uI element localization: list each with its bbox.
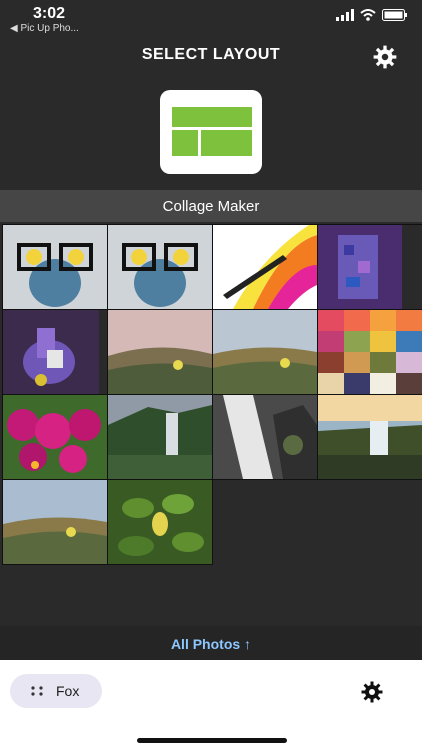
battery-icon [382, 9, 407, 21]
all-photos-bar[interactable]: All Photos ↑ [0, 626, 422, 660]
photo-coastal-hill-3[interactable] [2, 479, 108, 565]
photo-frog-glasses-1[interactable] [2, 224, 108, 310]
back-to-app-link[interactable]: ◀ Pic Up Pho... [10, 23, 79, 34]
photo-waterfall-sunset[interactable] [317, 394, 422, 480]
photo-llama-toy[interactable] [2, 309, 108, 395]
wifi-icon [360, 9, 376, 21]
section-header: Collage Maker [0, 190, 422, 222]
photo-coastal-hill-1[interactable] [107, 309, 213, 395]
header: SELECT LAYOUT [0, 36, 422, 76]
photo-grid [0, 222, 422, 626]
status-icons [336, 9, 408, 21]
page-title: SELECT LAYOUT [141, 46, 281, 63]
photo-color-palette[interactable] [317, 309, 422, 395]
layout-preview-area [0, 76, 422, 190]
collage-layout-card[interactable] [160, 90, 262, 174]
photo-waterfall-rocks[interactable] [212, 394, 318, 480]
fox-label: Fox [56, 683, 80, 699]
layout-cell-bottom-right [201, 130, 252, 156]
settings-gear-icon[interactable] [360, 680, 384, 704]
photo-frog-glasses-2[interactable] [107, 224, 213, 310]
photo-pink-flowers[interactable] [2, 394, 108, 480]
home-indicator [137, 738, 287, 743]
fox-button[interactable]: Fox [10, 674, 102, 708]
photo-coastal-hill-2[interactable] [212, 309, 318, 395]
bottom-toolbar: Fox [0, 660, 422, 750]
all-photos-link[interactable]: All Photos ↑ [0, 636, 422, 652]
photo-purple-pixel-art[interactable] [317, 224, 422, 310]
dots-icon [31, 686, 43, 696]
photo-pen-rainbow[interactable] [212, 224, 318, 310]
status-time: 3:02 [33, 5, 66, 22]
settings-gear-icon[interactable] [372, 44, 398, 70]
layout-cell-top [172, 107, 252, 127]
status-bar: 3:02 ◀ Pic Up Pho... [0, 0, 422, 40]
section-title: Collage Maker [162, 198, 260, 215]
signal-icon [336, 9, 354, 21]
photo-waterfall-mist[interactable] [107, 394, 213, 480]
layout-cell-bottom-left [172, 130, 198, 156]
photo-green-leaves[interactable] [107, 479, 213, 565]
